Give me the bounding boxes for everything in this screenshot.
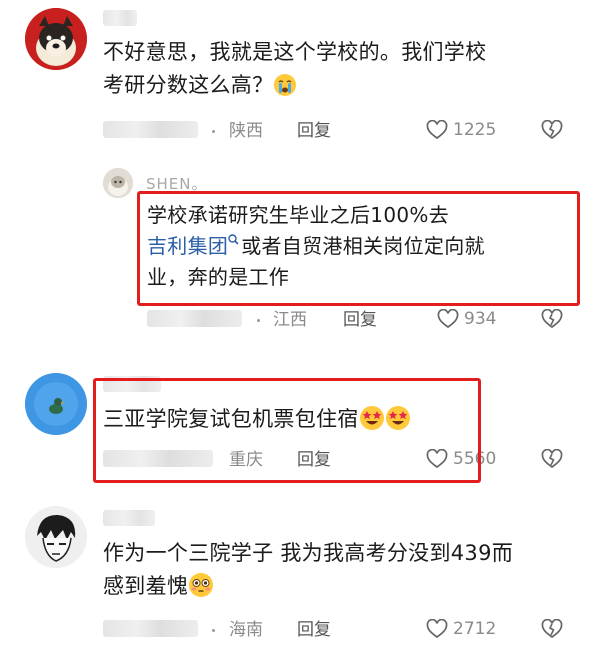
username-blurred[interactable] — [103, 10, 137, 26]
avatar[interactable] — [25, 8, 87, 70]
separator-dot — [212, 629, 215, 632]
dislike-icon[interactable] — [541, 309, 563, 329]
time-blurred — [103, 620, 198, 637]
heart-icon — [426, 120, 448, 140]
reply-button[interactable]: 回复 — [343, 310, 377, 330]
highlight-box — [93, 378, 481, 483]
like-button[interactable]: 934 — [437, 309, 496, 329]
time-blurred — [147, 310, 242, 327]
anime-avatar-icon — [25, 506, 87, 568]
reply-button[interactable]: 回复 — [297, 620, 331, 640]
highlight-box — [137, 191, 580, 306]
reply-button[interactable]: 回复 — [297, 121, 331, 141]
comment-text: 不好意思，我就是这个学校的。我们学校 考研分数这么高？ — [103, 40, 487, 97]
location: 江西 — [273, 310, 307, 330]
avatar[interactable] — [103, 168, 133, 198]
like-count: 934 — [464, 309, 497, 329]
comment-text: 作为一个三院学子 我为我高考分没到439而 感到羞愧 — [103, 541, 514, 598]
avatar[interactable] — [25, 373, 87, 435]
like-count: 2712 — [453, 619, 497, 639]
dislike-icon[interactable] — [541, 619, 563, 639]
duck-avatar-icon — [25, 373, 87, 435]
time-blurred — [103, 121, 198, 138]
location: 陕西 — [229, 121, 263, 141]
username-blurred[interactable] — [103, 510, 155, 526]
avatar[interactable] — [25, 506, 87, 568]
dislike-icon[interactable] — [541, 449, 563, 469]
like-button[interactable]: 1225 — [426, 120, 496, 140]
separator-dot — [257, 319, 260, 322]
heart-icon — [437, 309, 459, 329]
location: 海南 — [229, 620, 263, 640]
dog-avatar-icon — [25, 8, 87, 70]
cat-avatar-icon — [103, 168, 133, 198]
like-count: 1225 — [453, 120, 497, 140]
crying-face-icon — [274, 74, 297, 96]
separator-dot — [212, 130, 215, 133]
like-button[interactable]: 2712 — [426, 619, 496, 639]
dislike-icon[interactable] — [541, 120, 563, 140]
flushed-face-icon — [189, 573, 214, 597]
heart-icon — [426, 619, 448, 639]
